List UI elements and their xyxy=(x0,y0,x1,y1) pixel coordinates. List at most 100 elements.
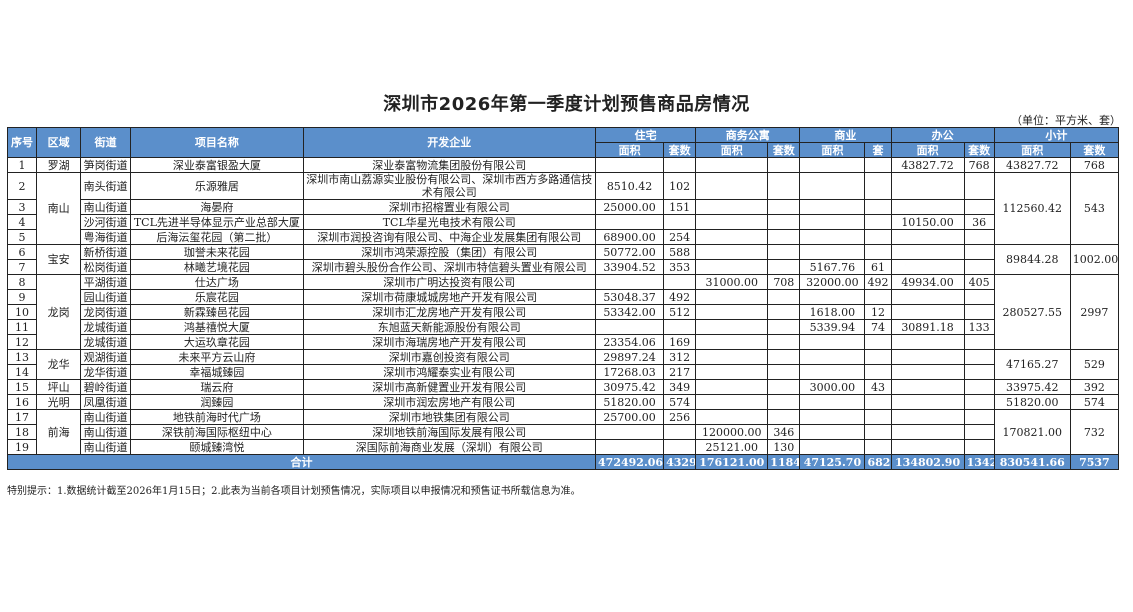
units-cell xyxy=(864,244,892,260)
seq-cell: 17 xyxy=(6,409,38,425)
area-cell xyxy=(799,424,866,440)
street-cell: 粤海街道 xyxy=(80,229,132,245)
total-value: 176121.00 xyxy=(695,454,769,470)
district-cell: 龙岗 xyxy=(36,274,82,350)
units-cell xyxy=(864,349,892,365)
units-cell xyxy=(663,424,697,440)
subtotal-area-cell: 33975.42 xyxy=(993,379,1071,395)
district-cell: 宝安 xyxy=(36,244,82,275)
units-cell xyxy=(963,289,995,305)
header-residential: 住宅 xyxy=(595,127,697,143)
subheader-area: 面积 xyxy=(695,142,769,158)
table-row: 12 龙城街道 大运玖章花园 深圳市海瑞房地产开发有限公司 23354.06 169 xyxy=(6,334,1119,350)
area-cell xyxy=(890,259,965,275)
units-cell xyxy=(663,439,697,455)
project-cell: 海晏府 xyxy=(130,199,304,215)
units-cell xyxy=(963,304,995,320)
project-cell: 珈誉未来花园 xyxy=(130,244,304,260)
project-cell: 地铁前海时代广场 xyxy=(130,409,304,425)
district-cell: 龙华 xyxy=(36,349,82,380)
area-cell xyxy=(890,409,965,425)
developer-cell: 深圳市汇龙房地产开发有限公司 xyxy=(302,304,597,320)
header-street: 街道 xyxy=(80,127,132,158)
units-cell: 512 xyxy=(663,304,697,320)
area-cell xyxy=(799,394,866,410)
units-cell xyxy=(767,304,801,320)
project-cell: 颐城臻湾悦 xyxy=(130,439,304,455)
units-cell: 74 xyxy=(864,319,892,335)
units-cell: 353 xyxy=(663,259,697,275)
seq-cell: 18 xyxy=(6,424,38,440)
area-cell: 3000.00 xyxy=(799,379,866,395)
project-cell: 幸福城臻园 xyxy=(130,364,304,380)
units-cell xyxy=(864,424,892,440)
units-cell xyxy=(767,244,801,260)
area-cell xyxy=(695,379,769,395)
units-cell xyxy=(663,214,697,230)
seq-cell: 12 xyxy=(6,334,38,350)
header-developer: 开发企业 xyxy=(302,127,597,158)
developer-cell: 深圳市海瑞房地产开发有限公司 xyxy=(302,334,597,350)
project-cell: 润臻园 xyxy=(130,394,304,410)
units-cell xyxy=(767,172,801,200)
project-cell: 乐源雅居 xyxy=(130,172,304,200)
unit-label: （单位：平方米、套） xyxy=(1011,114,1121,127)
seq-cell: 8 xyxy=(6,274,38,290)
area-cell xyxy=(799,439,866,455)
area-cell xyxy=(890,334,965,350)
total-value: 47125.70 xyxy=(799,454,866,470)
units-cell xyxy=(963,244,995,260)
area-cell xyxy=(695,319,769,335)
subheader-area: 面积 xyxy=(799,142,866,158)
street-cell: 南山街道 xyxy=(80,424,132,440)
seq-cell: 10 xyxy=(6,304,38,320)
street-cell: 龙岗街道 xyxy=(80,304,132,320)
developer-cell: 深圳市南山荔源实业股份有限公司、深圳市西方多路通信技术有限公司 xyxy=(302,172,597,200)
units-cell: 492 xyxy=(663,289,697,305)
area-cell xyxy=(595,157,665,173)
area-cell xyxy=(695,364,769,380)
units-cell xyxy=(663,274,697,290)
footnote: 特别提示：1.数据统计截至2026年1月15日；2.此表为当前各项目计划预售情况… xyxy=(7,486,581,497)
subheader-units: 套数 xyxy=(963,142,995,158)
subtotal-units-cell: 2997 xyxy=(1069,274,1120,350)
units-cell: 708 xyxy=(767,274,801,290)
subtotal-units-cell: 574 xyxy=(1069,394,1120,410)
units-cell xyxy=(767,157,801,173)
area-cell: 10150.00 xyxy=(890,214,965,230)
units-cell xyxy=(963,439,995,455)
subtotal-units-cell: 1002.00 xyxy=(1069,244,1120,275)
project-cell: 鸿基禧悦大厦 xyxy=(130,319,304,335)
header-row-1: 序号 区域 街道 项目名称 开发企业 住宅 商务公寓 商业 办公 小计 xyxy=(6,127,1120,158)
units-cell xyxy=(767,289,801,305)
area-cell: 1618.00 xyxy=(799,304,866,320)
header-apartment: 商务公寓 xyxy=(695,127,801,143)
units-cell: 312 xyxy=(663,349,697,365)
header-office: 办公 xyxy=(890,127,995,143)
units-cell xyxy=(767,259,801,275)
units-cell xyxy=(963,409,995,425)
area-cell: 51820.00 xyxy=(595,394,665,410)
units-cell xyxy=(767,214,801,230)
units-cell: 133 xyxy=(963,319,995,335)
seq-cell: 4 xyxy=(6,214,38,230)
total-row: 合计 472492.06 4329 176121.00 1184 47125.70 682 1… xyxy=(6,454,1120,470)
district-cell: 前海 xyxy=(36,409,82,455)
units-cell xyxy=(963,364,995,380)
units-cell xyxy=(963,424,995,440)
subheader-units: 套数 xyxy=(663,142,697,158)
area-cell xyxy=(890,199,965,215)
district-cell: 南山 xyxy=(36,172,82,245)
units-cell: 256 xyxy=(663,409,697,425)
seq-cell: 16 xyxy=(6,394,38,410)
area-cell: 5167.76 xyxy=(799,259,866,275)
area-cell xyxy=(595,439,665,455)
units-cell xyxy=(963,334,995,350)
developer-cell: 深国际前海商业发展（深圳）有限公司 xyxy=(302,439,597,455)
header-subtotal: 小计 xyxy=(993,127,1120,143)
table-row: 5 粤海街道 后海沄玺花园（第二批） 深圳市润投咨询有限公司、中海企业发展集团有限公司… xyxy=(6,229,1119,245)
area-cell: 23354.06 xyxy=(595,334,665,350)
developer-cell: 深圳市嘉创投资有限公司 xyxy=(302,349,597,365)
subtotal-area-cell: 280527.55 xyxy=(993,274,1071,350)
area-cell xyxy=(695,244,769,260)
